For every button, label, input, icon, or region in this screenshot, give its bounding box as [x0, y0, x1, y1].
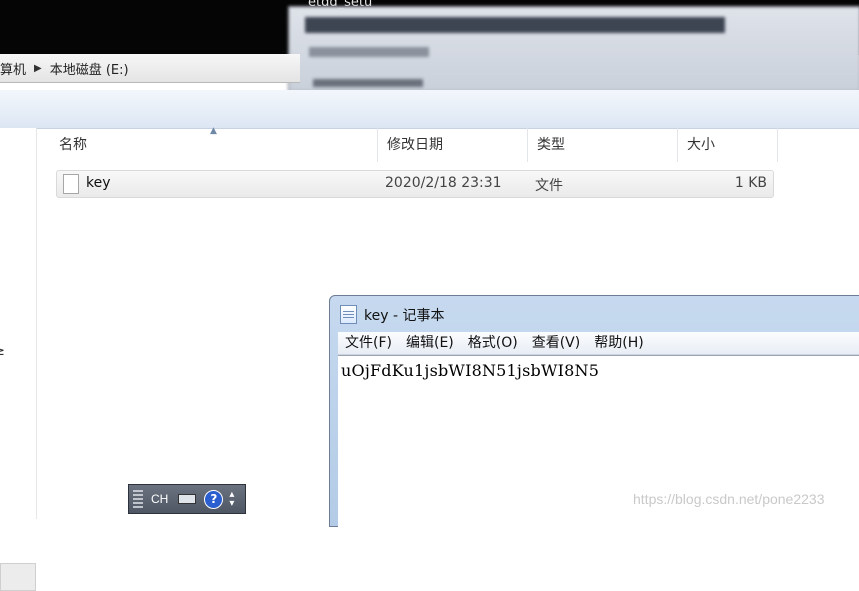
nav-pane-item-highlight[interactable] [0, 563, 36, 591]
breadcrumb-current[interactable]: 本地磁盘 (E:) [50, 59, 129, 78]
column-header-size[interactable]: 大小 [678, 128, 778, 162]
column-header-name[interactable]: 名称 [50, 128, 378, 162]
keyboard-icon[interactable] [178, 494, 197, 504]
file-row[interactable]: key 2020/2/18 23:31 文件 1 KB [56, 170, 774, 198]
notepad-icon [340, 305, 357, 324]
notepad-menubar: 文件(F) 编辑(E) 格式(O) 查看(V) 帮助(H) [338, 332, 859, 355]
breadcrumb-separator-icon[interactable]: ▶ [34, 63, 42, 74]
language-bar[interactable]: CH ? ▴ ▾ [128, 484, 246, 514]
help-icon[interactable]: ? [204, 489, 224, 509]
file-date: 2020/2/18 23:31 [385, 175, 502, 191]
navigation-pane: ≥ [0, 128, 37, 591]
column-header-date[interactable]: 修改日期 [378, 128, 528, 162]
breadcrumb-parent[interactable]: 算机 [0, 59, 26, 78]
menu-edit[interactable]: 编辑(E) [399, 332, 461, 354]
nav-item-fragment[interactable]: ≥ [0, 344, 5, 359]
notepad-content[interactable]: uOjFdKu1jsbWI8N51jsbWI8N5 [341, 361, 599, 380]
explorer-toolbar [0, 90, 859, 129]
file-type: 文件 [535, 178, 563, 194]
file-icon [63, 174, 79, 194]
menu-file[interactable]: 文件(F) [338, 332, 399, 354]
watermark: https://blog.csdn.net/pone2233 [633, 491, 825, 507]
breadcrumb[interactable]: 算机 ▶ 本地磁盘 (E:) [0, 54, 300, 83]
menu-view[interactable]: 查看(V) [525, 332, 588, 354]
drag-handle-icon[interactable] [133, 490, 143, 508]
menu-format[interactable]: 格式(O) [461, 332, 525, 354]
input-language-indicator[interactable]: CH [151, 492, 168, 506]
notepad-title: key - 记事本 [364, 308, 445, 324]
column-header-type[interactable]: 类型 [528, 128, 678, 162]
menu-help[interactable]: 帮助(H) [587, 332, 650, 354]
file-size: 1 KB [734, 175, 767, 191]
options-chevron-icon[interactable]: ▴ ▾ [229, 490, 234, 509]
column-headers: ▲ 名称 修改日期 类型 大小 [36, 126, 859, 162]
background-window [288, 6, 859, 92]
file-name: key [86, 175, 111, 191]
